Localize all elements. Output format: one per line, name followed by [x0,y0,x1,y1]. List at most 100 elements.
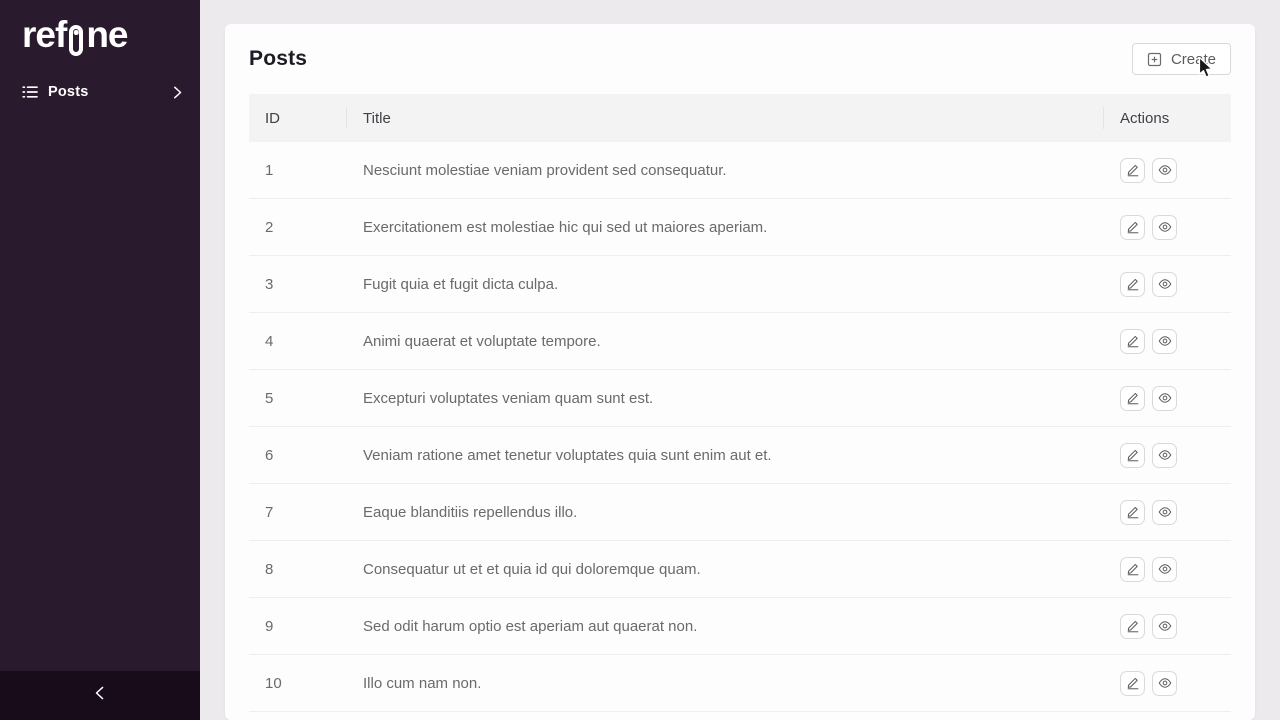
table-body: 1 Nesciunt molestiae veniam provident se… [249,142,1231,712]
show-button[interactable] [1152,614,1177,639]
edit-icon [1126,448,1140,462]
eye-icon [1158,676,1172,690]
row-id: 9 [249,618,347,635]
row-id: 4 [249,333,347,350]
table-header-row: ID Title Actions [249,94,1231,142]
eye-icon [1158,334,1172,348]
plus-square-icon [1147,52,1162,67]
edit-icon [1126,562,1140,576]
logo-text-pre: ref [22,12,66,58]
edit-button[interactable] [1120,272,1145,297]
table-row: 8 Consequatur ut et et quia id qui dolor… [249,541,1231,598]
page-title: Posts [249,47,307,71]
table-row: 3 Fugit quia et fugit dicta culpa. [249,256,1231,313]
edit-button[interactable] [1120,329,1145,354]
row-title: Excepturi voluptates veniam quam sunt es… [347,390,1104,407]
row-title: Exercitationem est molestiae hic qui sed… [347,219,1104,236]
edit-icon [1126,619,1140,633]
sidebar-menu: Posts [0,72,200,112]
show-button[interactable] [1152,158,1177,183]
show-button[interactable] [1152,671,1177,696]
edit-icon [1126,505,1140,519]
row-actions [1104,614,1231,639]
row-title: Illo cum nam non. [347,675,1104,692]
row-actions [1104,443,1231,468]
eye-icon [1158,277,1172,291]
table-row: 7 Eaque blanditiis repellendus illo. [249,484,1231,541]
edit-button[interactable] [1120,386,1145,411]
edit-icon [1126,391,1140,405]
row-id: 1 [249,162,347,179]
row-title: Eaque blanditiis repellendus illo. [347,504,1104,521]
edit-button[interactable] [1120,158,1145,183]
row-id: 5 [249,390,347,407]
edit-icon [1126,277,1140,291]
row-title: Fugit quia et fugit dicta culpa. [347,276,1104,293]
row-actions [1104,329,1231,354]
edit-icon [1126,334,1140,348]
posts-list-card: Posts Create ID Title Actions 1 Nesciunt… [225,24,1255,720]
show-button[interactable] [1152,215,1177,240]
edit-button[interactable] [1120,614,1145,639]
row-id: 2 [249,219,347,236]
table-row: 1 Nesciunt molestiae veniam provident se… [249,142,1231,199]
unordered-list-icon [22,84,38,100]
row-actions [1104,158,1231,183]
edit-button[interactable] [1120,557,1145,582]
eye-icon [1158,163,1172,177]
sidebar-item-label: Posts [48,84,171,100]
edit-icon [1126,163,1140,177]
row-title: Sed odit harum optio est aperiam aut qua… [347,618,1104,635]
posts-table: ID Title Actions 1 Nesciunt molestiae ve… [249,94,1231,712]
table-row: 10 Illo cum nam non. [249,655,1231,712]
edit-button[interactable] [1120,500,1145,525]
show-button[interactable] [1152,386,1177,411]
edit-icon [1126,220,1140,234]
row-id: 10 [249,675,347,692]
row-title: Animi quaerat et voluptate tempore. [347,333,1104,350]
logo-text-post: ne [86,12,127,58]
card-header: Posts Create [225,24,1255,94]
chevron-right-icon [171,86,184,99]
row-actions [1104,671,1231,696]
eye-icon [1158,391,1172,405]
row-title: Consequatur ut et et quia id qui dolorem… [347,561,1104,578]
row-id: 3 [249,276,347,293]
column-header-id: ID [249,110,347,127]
sidebar: refne Posts [0,0,200,720]
edit-button[interactable] [1120,443,1145,468]
row-actions [1104,500,1231,525]
row-id: 8 [249,561,347,578]
edit-button[interactable] [1120,215,1145,240]
show-button[interactable] [1152,329,1177,354]
row-actions [1104,557,1231,582]
row-actions [1104,386,1231,411]
chevron-left-icon [93,686,107,705]
create-button[interactable]: Create [1132,43,1231,75]
show-button[interactable] [1152,272,1177,297]
show-button[interactable] [1152,557,1177,582]
sidebar-item-posts[interactable]: Posts [0,72,200,112]
row-id: 7 [249,504,347,521]
eye-icon [1158,505,1172,519]
eye-icon [1158,220,1172,234]
edit-button[interactable] [1120,671,1145,696]
row-actions [1104,272,1231,297]
eye-icon [1158,448,1172,462]
create-button-label: Create [1171,51,1216,68]
sidebar-collapse-trigger[interactable] [0,671,200,720]
table-row: 6 Veniam ratione amet tenetur voluptates… [249,427,1231,484]
show-button[interactable] [1152,443,1177,468]
eye-icon [1158,619,1172,633]
row-title: Nesciunt molestiae veniam provident sed … [347,162,1104,179]
table-row: 9 Sed odit harum optio est aperiam aut q… [249,598,1231,655]
row-actions [1104,215,1231,240]
table-row: 2 Exercitationem est molestiae hic qui s… [249,199,1231,256]
eye-icon [1158,562,1172,576]
table-row: 4 Animi quaerat et voluptate tempore. [249,313,1231,370]
show-button[interactable] [1152,500,1177,525]
row-id: 6 [249,447,347,464]
column-header-title: Title [347,110,1104,127]
logo-i-glyph [69,25,83,56]
refine-logo[interactable]: refne [0,0,200,58]
